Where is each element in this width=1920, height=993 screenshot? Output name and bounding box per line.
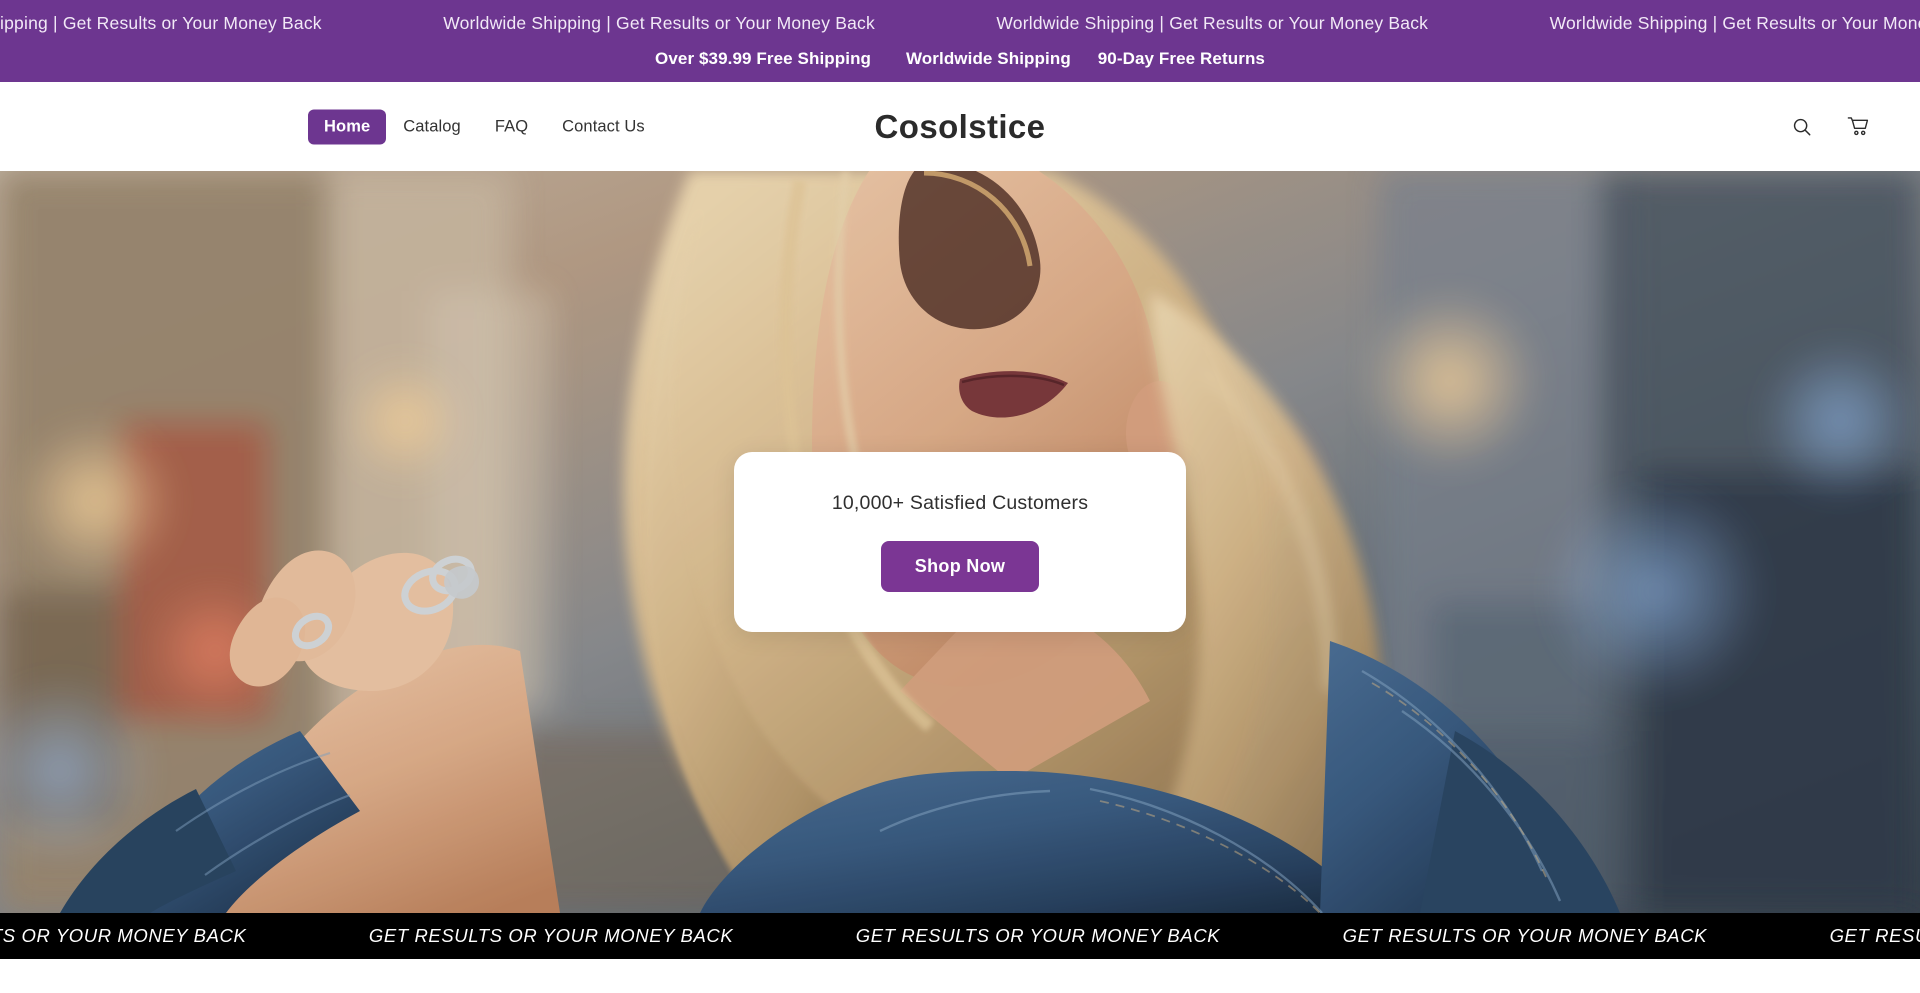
- bottom-marquee-item: GET RESULTS OR YOUR MONEY BACK: [368, 925, 734, 946]
- announcement-benefits: Over $39.99 Free Shipping Worldwide Ship…: [0, 48, 1920, 70]
- bottom-marquee-item: GET RESULTS OR YOUR MONEY BACK: [1342, 925, 1708, 946]
- hero-cta-card: 10,000+ Satisfied Customers Shop Now: [734, 452, 1186, 632]
- top-marquee-track: Worldwide Shipping | Get Results or Your…: [0, 6, 1920, 40]
- site-logo: Cosolstice: [0, 108, 1920, 146]
- bottom-marquee-track: GET RESULTS OR YOUR MONEY BACK GET RESUL…: [0, 925, 1920, 947]
- header-actions: [1788, 113, 1872, 141]
- search-icon: [1791, 116, 1813, 138]
- top-marquee-item: Worldwide Shipping | Get Results or Your…: [0, 13, 322, 33]
- hero-headline: 10,000+ Satisfied Customers: [831, 492, 1089, 514]
- nav-item-faq[interactable]: FAQ: [478, 108, 545, 145]
- bottom-marquee-item: GET RESULTS OR YOUR MONEY BACK: [1829, 925, 1920, 946]
- benefit-free-shipping: Over $39.99 Free Shipping: [655, 49, 872, 68]
- top-marquee-item: Worldwide Shipping | Get Results or Your…: [996, 13, 1429, 33]
- site-header: Home Catalog FAQ Contact Us Cosolstice: [0, 82, 1920, 171]
- search-button[interactable]: [1788, 113, 1816, 141]
- nav-item-catalog[interactable]: Catalog: [386, 108, 478, 145]
- benefit-worldwide-shipping: Worldwide Shipping: [905, 49, 1071, 68]
- announcement-bar: Worldwide Shipping | Get Results or Your…: [0, 0, 1920, 82]
- nav-item-home[interactable]: Home: [308, 109, 387, 144]
- benefit-free-returns: 90-Day Free Returns: [1097, 49, 1265, 68]
- bottom-marquee: GET RESULTS OR YOUR MONEY BACK GET RESUL…: [0, 913, 1920, 959]
- nav-item-contact-us[interactable]: Contact Us: [545, 108, 662, 145]
- top-marquee-item: Worldwide Shipping | Get Results or Your…: [1549, 13, 1920, 33]
- cart-icon: [1846, 115, 1870, 139]
- bottom-marquee-item: GET RESULTS OR YOUR MONEY BACK: [0, 925, 247, 946]
- top-marquee: Worldwide Shipping | Get Results or Your…: [0, 6, 1920, 40]
- primary-nav: Home Catalog FAQ Contact Us: [308, 108, 662, 145]
- cart-button[interactable]: [1844, 113, 1872, 141]
- top-marquee-item: Worldwide Shipping | Get Results or Your…: [443, 13, 875, 33]
- hero-section: 10,000+ Satisfied Customers Shop Now: [0, 171, 1920, 913]
- bottom-marquee-item: GET RESULTS OR YOUR MONEY BACK: [855, 925, 1221, 946]
- shop-now-button[interactable]: Shop Now: [880, 541, 1040, 592]
- logo-link[interactable]: Cosolstice: [875, 108, 1046, 145]
